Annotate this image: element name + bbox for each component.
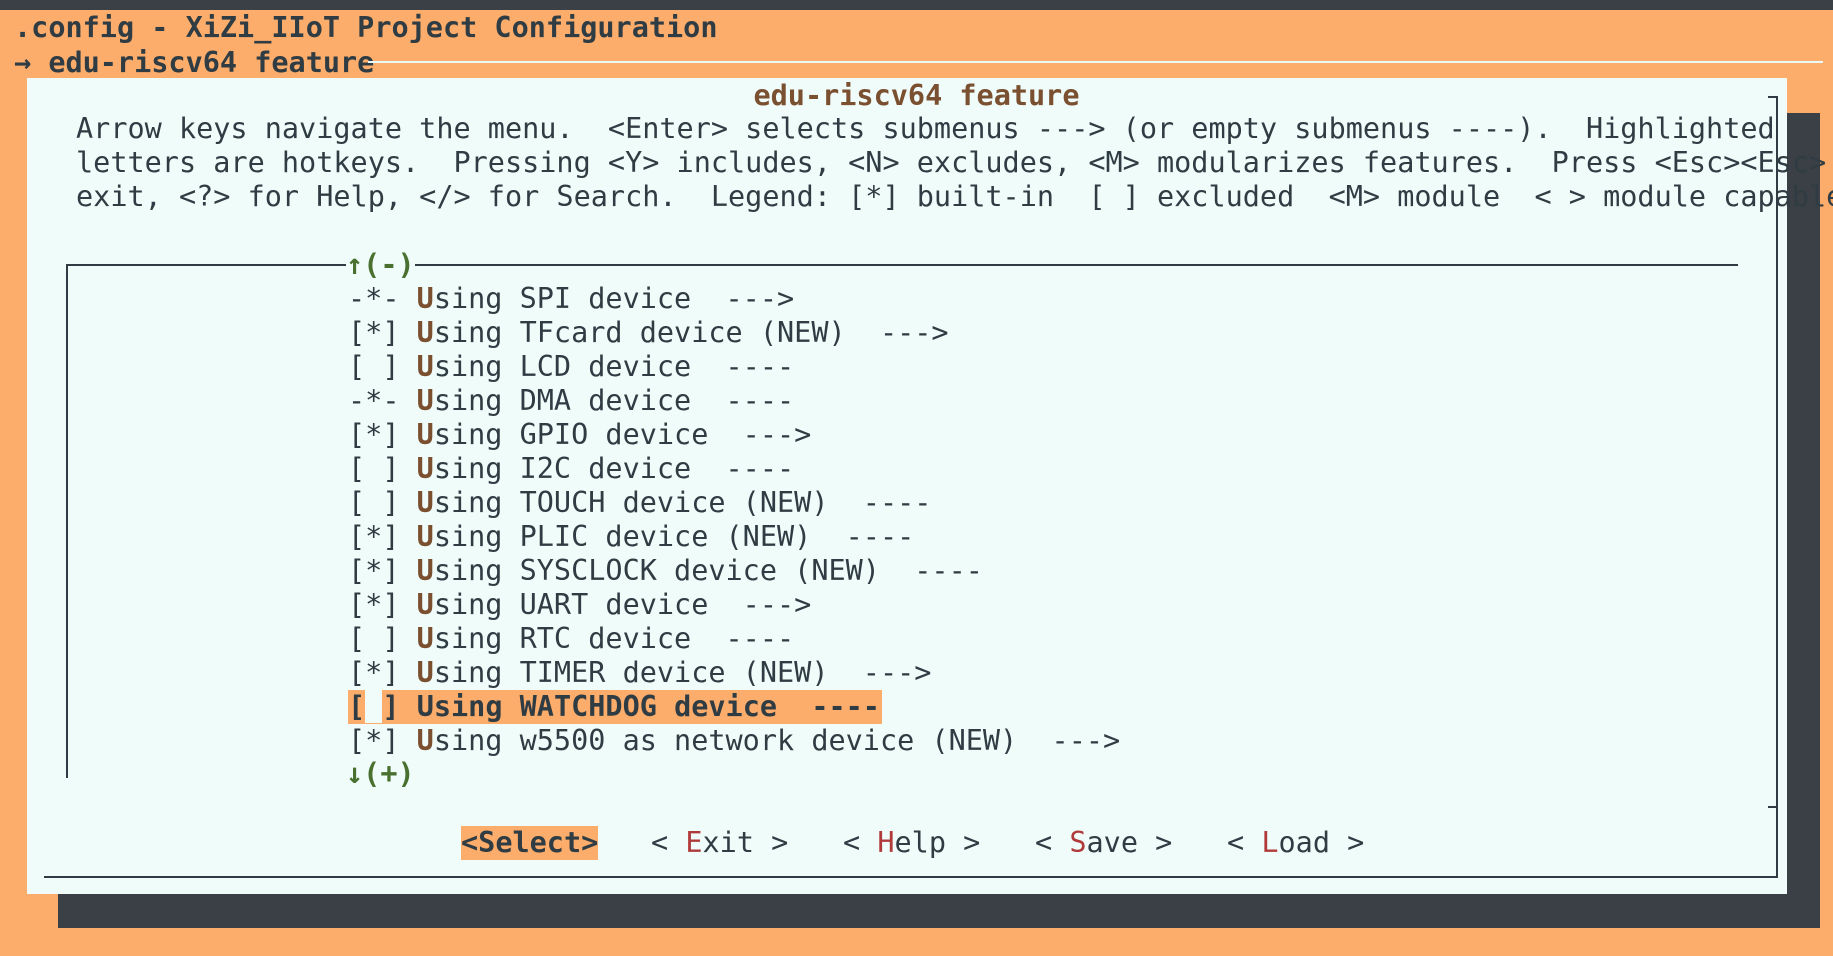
help-button-post: elp >: [894, 826, 981, 859]
item-hotkey: U: [416, 384, 434, 417]
load-button-hotkey: L: [1261, 826, 1279, 859]
dialog-title: edu-riscv64 feature: [753, 79, 1080, 112]
menu-item-tfcard[interactable]: [*] Using TFcard device (NEW) --->: [348, 316, 1120, 350]
save-button-pre: <: [1035, 826, 1070, 859]
menu-item-spi[interactable]: -*- Using SPI device --->: [348, 282, 1120, 316]
breadcrumb-rule: [368, 61, 1823, 63]
exit-button[interactable]: < Exit >: [651, 826, 788, 860]
scroll-up-indicator[interactable]: ↑(-): [346, 248, 415, 282]
save-button[interactable]: < Save >: [1035, 826, 1172, 860]
help-button-hotkey: H: [877, 826, 895, 859]
save-button-post: ave >: [1086, 826, 1173, 859]
item-hotkey: U: [416, 588, 434, 621]
item-hotkey: U: [416, 452, 434, 485]
item-hotkey: U: [416, 282, 434, 315]
select-button[interactable]: <Select>: [461, 826, 599, 860]
help-text-line-3: exit, <?> for Help, </> for Search. Lege…: [76, 180, 1833, 213]
item-state: [*]: [348, 724, 400, 757]
item-hotkey: U: [416, 724, 434, 757]
load-button-post: oad >: [1278, 826, 1365, 859]
item-label: sing GPIO device --->: [433, 418, 812, 451]
load-button[interactable]: < Load >: [1227, 826, 1364, 860]
item-label: sing RTC device ----: [433, 622, 795, 655]
menu-item-plic[interactable]: [*] Using PLIC device (NEW) ----: [348, 520, 1120, 554]
item-hotkey: U: [416, 316, 434, 349]
item-state: [*]: [348, 520, 400, 553]
dialog-border-bottom: [44, 876, 1776, 878]
item-state: [ ]: [348, 452, 400, 485]
exit-button-pre: <: [651, 826, 686, 859]
item-hotkey: U: [416, 350, 434, 383]
menu-item-gpio[interactable]: [*] Using GPIO device --->: [348, 418, 1120, 452]
item-hotkey: U: [416, 656, 434, 689]
item-label: sing w5500 as network device (NEW) --->: [433, 724, 1121, 757]
item-hotkey: U: [416, 520, 434, 553]
item-state: [ ]: [348, 622, 400, 655]
item-state: [ ]: [348, 486, 400, 519]
menu-item-sysclock[interactable]: [*] Using SYSCLOCK device (NEW) ----: [348, 554, 1120, 588]
menu-item-touch[interactable]: [ ] Using TOUCH device (NEW) ----: [348, 486, 1120, 520]
scroll-down-indicator[interactable]: ↓(+): [346, 757, 415, 791]
menu-item-watchdog[interactable]: [ ] Using WATCHDOG device ----: [348, 690, 882, 724]
help-button[interactable]: < Help >: [843, 826, 980, 860]
app-title: .config - XiZi_IIoT Project Configuratio…: [14, 11, 718, 44]
item-state-open: [: [348, 690, 366, 723]
item-label: sing I2C device ----: [433, 452, 795, 485]
item-label: sing SYSCLOCK device (NEW) ----: [433, 554, 983, 587]
item-hotkey: U: [416, 418, 434, 451]
item-label: sing DMA device ----: [433, 384, 795, 417]
item-hotkey: U: [416, 622, 434, 655]
menu-item-uart[interactable]: [*] Using UART device --->: [348, 588, 1120, 622]
exit-button-post: xit >: [702, 826, 789, 859]
item-state: [*]: [348, 554, 400, 587]
menu-item-w5500[interactable]: [*] Using w5500 as network device (NEW) …: [348, 724, 1120, 758]
item-state: [*]: [348, 656, 400, 689]
item-state: [*]: [348, 418, 400, 451]
menu-list: -*- Using SPI device ---> [*] Using TFca…: [348, 282, 1120, 758]
item-label: sing PLIC device (NEW) ----: [433, 520, 915, 553]
item-label: sing TFcard device (NEW) --->: [433, 316, 949, 349]
help-button-pre: <: [843, 826, 878, 859]
help-text-line-1: Arrow keys navigate the menu. <Enter> se…: [76, 112, 1775, 145]
item-state: -*-: [348, 384, 400, 417]
item-hotkey: U: [416, 486, 434, 519]
breadcrumb: → edu-riscv64 feature: [14, 46, 375, 79]
save-button-hotkey: S: [1069, 826, 1087, 859]
exit-button-hotkey: E: [685, 826, 703, 859]
item-label: sing LCD device ----: [433, 350, 795, 383]
item-label: sing TIMER device (NEW) --->: [433, 656, 932, 689]
menu-item-timer[interactable]: [*] Using TIMER device (NEW) --->: [348, 656, 1120, 690]
menu-item-rtc[interactable]: [ ] Using RTC device ----: [348, 622, 1120, 656]
button-area-divider: [1768, 806, 1776, 808]
item-label: sing SPI device --->: [433, 282, 795, 315]
item-label: sing TOUCH device (NEW) ----: [433, 486, 932, 519]
text-cursor: [365, 690, 383, 723]
menu-item-lcd[interactable]: [ ] Using LCD device ----: [348, 350, 1120, 384]
help-text-line-2: letters are hotkeys. Pressing <Y> includ…: [76, 146, 1833, 179]
item-label: sing UART device --->: [433, 588, 812, 621]
item-label: Using WATCHDOG device ----: [416, 690, 880, 723]
item-state: [*]: [348, 316, 400, 349]
item-state-close: ]: [382, 690, 400, 723]
item-hotkey: U: [416, 554, 434, 587]
load-button-pre: <: [1227, 826, 1262, 859]
item-state: -*-: [348, 282, 400, 315]
item-state: [ ]: [348, 350, 400, 383]
item-state: [*]: [348, 588, 400, 621]
menu-item-i2c[interactable]: [ ] Using I2C device ----: [348, 452, 1120, 486]
menu-item-dma[interactable]: -*- Using DMA device ----: [348, 384, 1120, 418]
